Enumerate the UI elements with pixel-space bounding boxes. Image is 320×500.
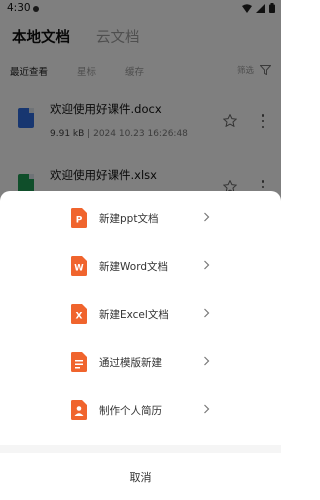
menu-item-label: 制作个人简历 [99, 405, 162, 417]
menu-item-label: 新建ppt文档 [99, 213, 159, 225]
chevron-right-icon [204, 308, 210, 318]
template-icon [71, 352, 87, 372]
resume-icon [71, 400, 87, 420]
chevron-right-icon [204, 260, 210, 270]
menu-item-label: 通过模版新建 [99, 357, 162, 369]
svg-text:W: W [74, 264, 84, 274]
chevron-right-icon [204, 212, 210, 222]
make-resume-item[interactable]: 制作个人简历 [0, 387, 281, 435]
new-ppt-item[interactable]: P 新建ppt文档 [0, 195, 281, 243]
svg-text:P: P [76, 216, 83, 226]
new-from-template-item[interactable]: 通过模版新建 [0, 339, 281, 387]
new-word-item[interactable]: W 新建Word文档 [0, 243, 281, 291]
svg-text:X: X [76, 312, 83, 322]
word-icon: W [71, 256, 87, 276]
create-document-sheet: P 新建ppt文档 W 新建Word文档 X 新建Excel文档 通过模版新建 … [0, 191, 281, 500]
sheet-divider [0, 445, 281, 453]
excel-icon: X [71, 304, 87, 324]
new-excel-item[interactable]: X 新建Excel文档 [0, 291, 281, 339]
chevron-right-icon [204, 356, 210, 366]
menu-item-label: 新建Excel文档 [99, 309, 169, 321]
menu-item-label: 新建Word文档 [99, 261, 168, 273]
cancel-button[interactable]: 取消 [0, 453, 281, 500]
ppt-icon: P [71, 208, 87, 228]
chevron-right-icon [204, 404, 210, 414]
